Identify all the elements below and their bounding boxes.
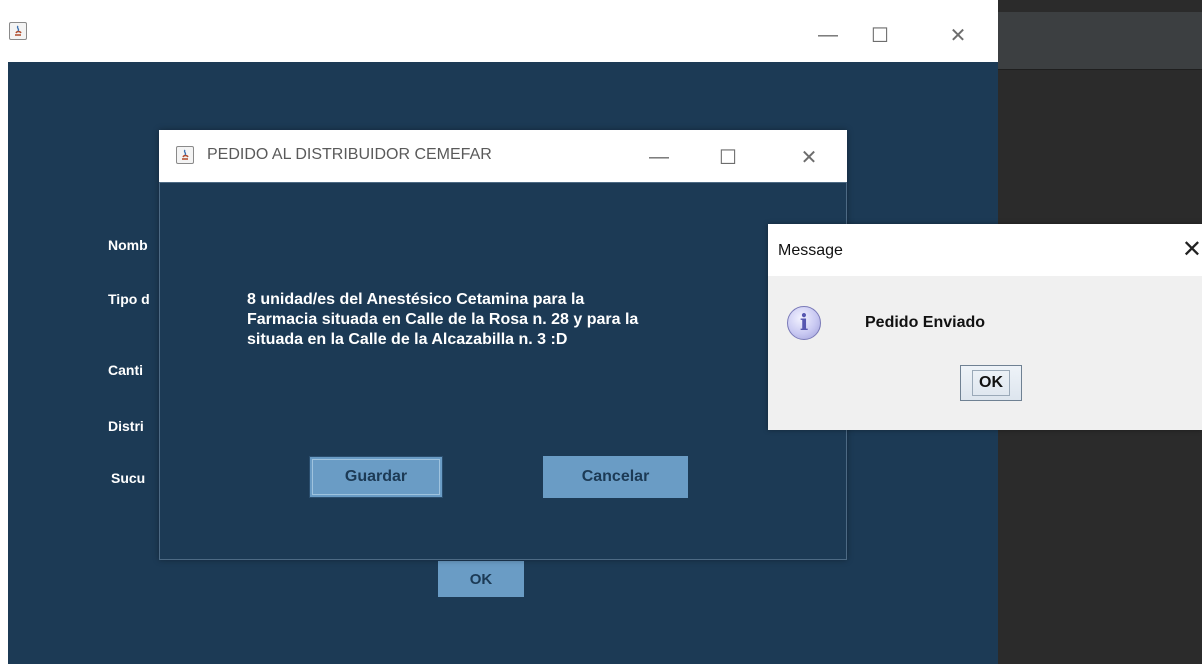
- pedido-message: 8 unidad/es del Anestésico Cetamina para…: [247, 290, 767, 350]
- message-close-button[interactable]: ✕: [1172, 234, 1202, 264]
- pedido-message-line: Farmacia situada en Calle de la Rosa n. …: [247, 311, 639, 328]
- message-dialog: Message ✕ i Pedido Enviado OK: [768, 224, 1202, 430]
- label-sucursal: Sucu: [111, 470, 146, 486]
- pedido-message-line: situada en la Calle de la Alcazabilla n.…: [247, 331, 568, 348]
- main-window-titlebar: — ☐ ✕: [0, 0, 998, 62]
- message-dialog-titlebar: Message ✕: [768, 224, 1202, 276]
- message-dialog-title: Message: [778, 242, 843, 259]
- label-cantidad: Canti: [108, 362, 143, 378]
- pedido-dialog-titlebar: PEDIDO AL DISTRIBUIDOR CEMEFAR — ☐ ✕: [159, 130, 847, 182]
- message-ok-label: OK: [972, 370, 1010, 396]
- label-tipo: Tipo d: [108, 291, 150, 307]
- java-app-icon: [176, 146, 194, 164]
- background-app-toolbar: [998, 12, 1202, 70]
- pedido-dialog-title: PEDIDO AL DISTRIBUIDOR CEMEFAR: [207, 146, 492, 163]
- dialog-close-button[interactable]: ✕: [789, 142, 829, 172]
- message-ok-button[interactable]: OK: [960, 365, 1022, 401]
- pedido-message-line: 8 unidad/es del Anestésico Cetamina para…: [247, 291, 585, 308]
- pedido-dialog-body: 8 unidad/es del Anestésico Cetamina para…: [159, 182, 847, 560]
- dialog-minimize-button[interactable]: —: [639, 142, 679, 172]
- info-icon: i: [787, 306, 821, 340]
- main-close-button[interactable]: ✕: [938, 20, 978, 50]
- java-app-icon: [9, 22, 27, 40]
- label-nombre: Nomb: [108, 237, 148, 253]
- dialog-maximize-button[interactable]: ☐: [708, 142, 748, 172]
- pedido-dialog: PEDIDO AL DISTRIBUIDOR CEMEFAR — ☐ ✕ 8 u…: [159, 130, 847, 560]
- cancelar-button[interactable]: Cancelar: [543, 456, 688, 498]
- main-ok-button[interactable]: OK: [438, 561, 524, 597]
- message-text: Pedido Enviado: [865, 314, 986, 331]
- guardar-button[interactable]: Guardar: [309, 456, 443, 498]
- main-minimize-button[interactable]: —: [808, 20, 848, 50]
- label-distribuidor: Distri: [108, 418, 144, 434]
- main-maximize-button[interactable]: ☐: [860, 20, 900, 50]
